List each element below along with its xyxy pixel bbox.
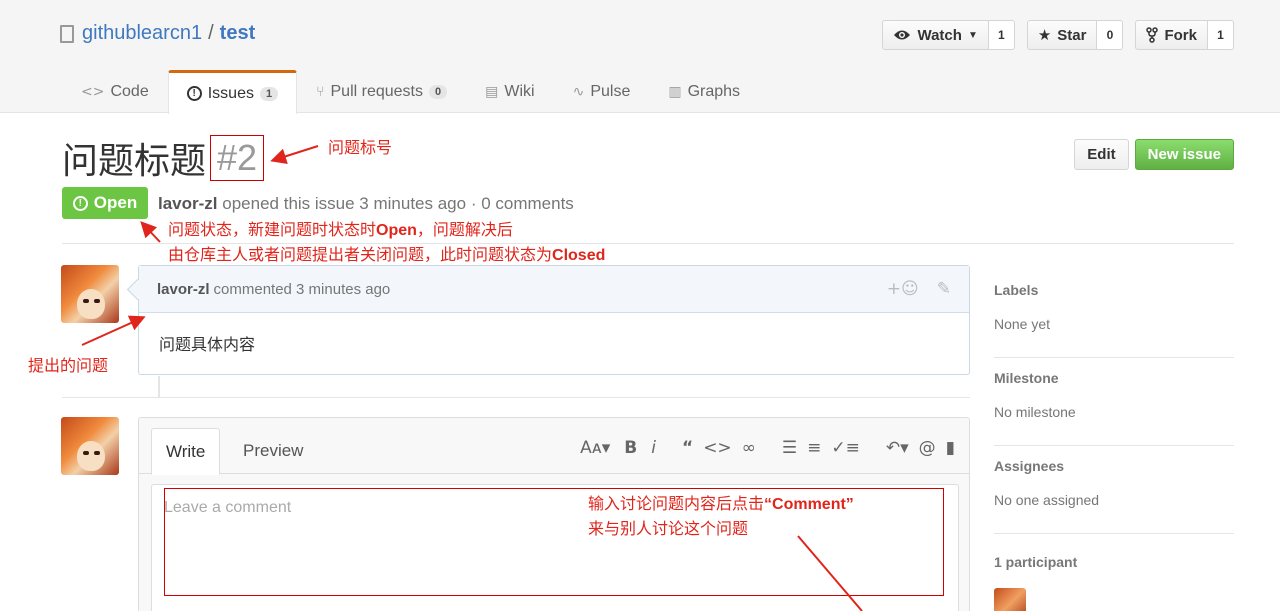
annotation-arrows — [81, 145, 863, 611]
